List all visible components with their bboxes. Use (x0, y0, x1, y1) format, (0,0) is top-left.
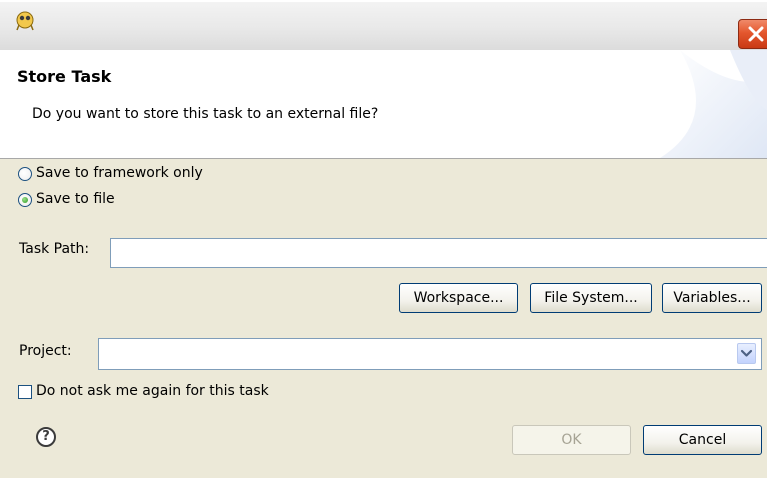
close-icon (748, 26, 764, 42)
header-decoration (660, 50, 767, 158)
dialog-title: Store Task (17, 67, 112, 86)
task-path-label: Task Path: (19, 241, 90, 257)
title-bar (0, 0, 767, 50)
save-to-framework-label[interactable]: Save to framework only (36, 165, 203, 181)
cancel-button[interactable]: Cancel (643, 425, 762, 455)
workspace-button[interactable]: Workspace... (399, 283, 518, 313)
save-to-framework-radio[interactable] (18, 167, 32, 181)
file-system-button[interactable]: File System... (530, 283, 652, 313)
project-dropdown-button[interactable] (737, 343, 756, 364)
do-not-ask-checkbox[interactable] (18, 385, 32, 399)
project-label: Project: (19, 343, 72, 359)
close-button[interactable] (738, 19, 767, 49)
ok-button[interactable]: OK (512, 425, 631, 455)
title-bar-edge (0, 0, 767, 2)
help-icon[interactable]: ? (36, 427, 56, 447)
save-to-file-label[interactable]: Save to file (36, 191, 115, 207)
app-icon (14, 10, 36, 32)
project-combobox[interactable] (98, 338, 762, 370)
task-path-input[interactable] (110, 238, 767, 268)
radio-selected-dot (22, 197, 28, 203)
dialog-message: Do you want to store this task to an ext… (32, 106, 379, 122)
chevron-down-icon (740, 349, 753, 357)
save-to-file-radio[interactable] (18, 193, 32, 207)
do-not-ask-label[interactable]: Do not ask me again for this task (36, 383, 269, 399)
variables-button[interactable]: Variables... (662, 283, 762, 313)
